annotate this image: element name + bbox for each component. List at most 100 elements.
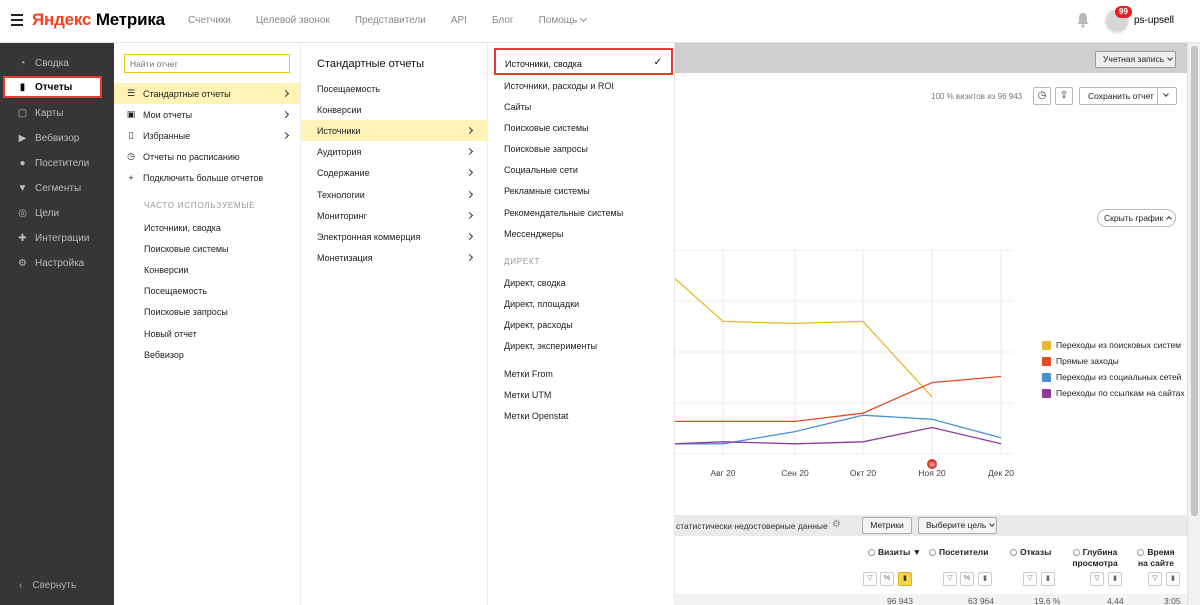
nav-api[interactable]: API <box>451 15 467 26</box>
frequent-item[interactable]: Поисковые системы <box>144 244 229 254</box>
menu-audience[interactable]: Аудитория <box>301 141 487 162</box>
filter-icon[interactable]: ▽ <box>1023 572 1037 586</box>
sidebar-collapse[interactable]: ‹ Свернуть <box>0 580 76 591</box>
menu-tags-utm[interactable]: Метки UTM <box>504 390 551 400</box>
bar-chart-icon[interactable]: ▮ <box>1166 572 1180 586</box>
sidebar-item-reports[interactable]: ▮ Отчеты <box>3 76 102 98</box>
menu-sources[interactable]: Источники <box>301 120 487 141</box>
menu-monitoring[interactable]: Мониторинг <box>301 205 487 226</box>
menu-sources-costs-roi[interactable]: Источники, расходы и ROI <box>504 81 614 91</box>
legend-item[interactable]: Переходы из поисковых систем <box>1042 337 1185 353</box>
bell-icon[interactable] <box>1076 12 1090 28</box>
menu-direct-summary[interactable]: Директ, сводка <box>504 278 566 288</box>
menu-conversions[interactable]: Конверсии <box>301 99 487 120</box>
frequent-item[interactable]: Вебвизор <box>144 350 184 360</box>
username[interactable]: ps-upsell <box>1134 15 1174 26</box>
hide-chart-button[interactable]: Скрыть график <box>1097 209 1176 227</box>
menu-direct-experiments[interactable]: Директ, эксперименты <box>504 341 597 351</box>
menu-ad-systems[interactable]: Рекламные системы <box>504 186 590 196</box>
chevron-right-icon <box>465 147 474 156</box>
menu-messengers[interactable]: Мессенджеры <box>504 229 563 239</box>
frequent-item[interactable]: Источники, сводка <box>144 223 221 233</box>
menu-tags-from[interactable]: Метки From <box>504 369 553 379</box>
bar-chart-icon[interactable]: ▮ <box>1108 572 1122 586</box>
bar-chart-icon[interactable]: ▮ <box>898 572 912 586</box>
chevron-right-icon <box>465 126 474 135</box>
frequent-item[interactable]: Посещаемость <box>144 286 207 296</box>
menu-direct-platforms[interactable]: Директ, площадки <box>504 299 579 309</box>
bar-chart-icon[interactable]: ▮ <box>1041 572 1055 586</box>
reports-menu-panel: ☰Стандартные отчеты ▣Мои отчеты ▯Избранн… <box>114 43 301 605</box>
sidebar-item-goals[interactable]: ◎ Цели <box>0 202 114 224</box>
account-button[interactable]: Учетная запись <box>1095 51 1176 68</box>
metrics-button[interactable]: Метрики <box>862 517 912 534</box>
filter-icon[interactable]: ▽ <box>943 572 957 586</box>
nav-representatives[interactable]: Представители <box>355 15 426 26</box>
menu-attendance[interactable]: Посещаемость <box>301 78 487 99</box>
sidebar-item-segments[interactable]: ▼ Сегменты <box>0 177 114 199</box>
legend-item[interactable]: Прямые заходы <box>1042 353 1185 369</box>
column-depth[interactable]: Глубина просмотра <box>1070 547 1120 569</box>
menu-sources-summary[interactable]: Источники, сводка ✓ <box>494 48 673 75</box>
menu-standard-reports[interactable]: ☰ Стандартные отчеты <box>114 83 300 104</box>
menu-monetization[interactable]: Монетизация <box>301 247 487 268</box>
nav-blog[interactable]: Блог <box>492 15 514 26</box>
scrollbar-thumb[interactable] <box>1191 46 1198 516</box>
legend-item[interactable]: Переходы по ссылкам на сайтах <box>1042 385 1185 401</box>
column-time[interactable]: Время на сайте <box>1134 547 1178 569</box>
chart-series-line <box>675 426 1002 445</box>
menu-recommendation-systems[interactable]: Рекомендательные системы <box>504 208 623 218</box>
filter-icon[interactable]: ▽ <box>863 572 877 586</box>
menu-my-reports[interactable]: ▣ Мои отчеты <box>114 104 300 125</box>
nav-counters[interactable]: Счетчики <box>188 15 231 26</box>
menu-search-queries[interactable]: Поисковые запросы <box>504 144 588 154</box>
filter-icon[interactable]: ▽ <box>1090 572 1104 586</box>
standard-reports-panel: Стандартные отчеты Посещаемость Конверси… <box>301 43 488 605</box>
column-visitors[interactable]: Посетители <box>929 547 988 558</box>
menu-social-networks[interactable]: Социальные сети <box>504 165 578 175</box>
clock-icon[interactable]: ◷ <box>1033 87 1051 105</box>
chevron-right-icon <box>281 131 290 140</box>
sidebar-item-maps[interactable]: ▢ Карты <box>0 102 114 124</box>
menu-scheduled-reports[interactable]: ◷ Отчеты по расписанию <box>114 146 300 167</box>
menu-search-engines[interactable]: Поисковые системы <box>504 123 589 133</box>
scrollbar[interactable] <box>1187 43 1200 605</box>
menu-content[interactable]: Содержание <box>301 162 487 183</box>
legend-swatch <box>1042 356 1051 366</box>
menu-tags-openstat[interactable]: Метки Openstat <box>504 411 568 421</box>
choose-goal-button[interactable]: Выберите цель <box>918 517 997 534</box>
menu-direct-costs[interactable]: Директ, расходы <box>504 320 573 330</box>
nav-help[interactable]: Помощь <box>539 14 588 26</box>
menu-icon[interactable] <box>11 14 23 26</box>
sidebar-item-visitors[interactable]: ● Посетители <box>0 152 114 174</box>
menu-technologies[interactable]: Технологии <box>301 184 487 205</box>
bar-chart-icon[interactable]: ▮ <box>978 572 992 586</box>
column-visits[interactable]: Визиты ▼ <box>868 547 921 558</box>
top-nav: Счетчики Целевой звонок Представители AP… <box>188 14 611 26</box>
sidebar-item-webvisor[interactable]: ▶ Вебвизор <box>0 127 114 149</box>
save-report-button[interactable]: Сохранить отчет <box>1079 87 1177 105</box>
report-search-input[interactable] <box>124 54 290 73</box>
menu-favorites[interactable]: ▯ Избранные <box>114 125 300 146</box>
percent-icon[interactable]: % <box>960 572 974 586</box>
gear-icon[interactable]: ⚙ <box>832 519 841 530</box>
frequent-item[interactable]: Новый отчет <box>144 329 197 339</box>
sidebar-item-integrations[interactable]: ✚ Интеграции <box>0 227 114 249</box>
sidebar-item-settings[interactable]: ⚙ Настройка <box>0 252 114 274</box>
menu-ecommerce[interactable]: Электронная коммерция <box>301 226 487 247</box>
frequent-item[interactable]: Поисковые запросы <box>144 307 228 317</box>
menu-sites[interactable]: Сайты <box>504 102 531 112</box>
percent-icon[interactable]: % <box>880 572 894 586</box>
logo[interactable]: Яндекс Метрика <box>32 10 165 30</box>
top-bar: Яндекс Метрика Счетчики Целевой звонок П… <box>0 0 1200 43</box>
export-icon[interactable]: ⇪ <box>1055 87 1073 105</box>
frequent-item[interactable]: Конверсии <box>144 265 188 275</box>
sidebar-item-summary[interactable]: ◔ Сводка <box>0 52 114 74</box>
nav-target-call[interactable]: Целевой звонок <box>256 15 330 26</box>
chart-x-tick-label: Авг 20 <box>710 468 735 478</box>
menu-connect-more[interactable]: + Подключить больше отчетов <box>114 167 300 188</box>
info-icon <box>929 549 936 556</box>
column-bounces[interactable]: Отказы <box>1010 547 1051 558</box>
legend-item[interactable]: Переходы из социальных сетей <box>1042 369 1185 385</box>
filter-icon[interactable]: ▽ <box>1148 572 1162 586</box>
